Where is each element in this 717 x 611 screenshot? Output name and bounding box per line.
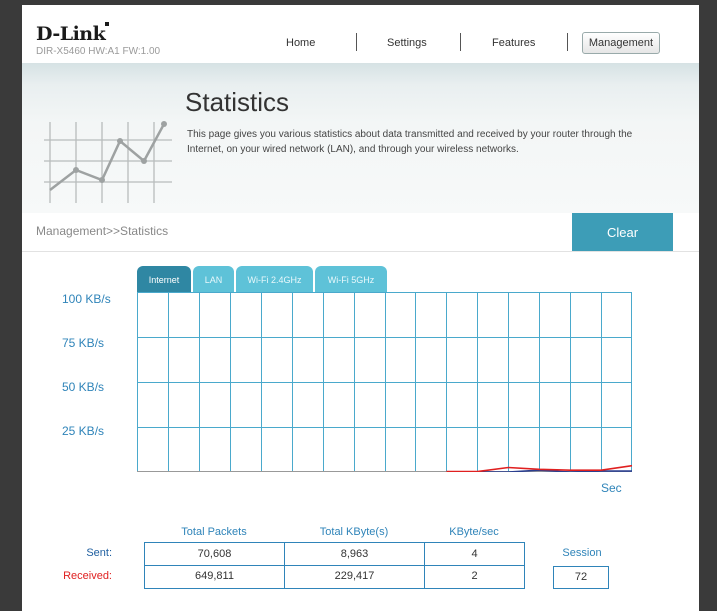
tab-internet[interactable]: Internet	[137, 266, 191, 292]
page-title: Statistics	[185, 87, 290, 117]
clear-button[interactable]: Clear	[572, 213, 673, 251]
y-tick-label: 50 KB/s	[62, 380, 105, 394]
y-tick-label: 100 KB/s	[62, 292, 111, 306]
session-label: Session	[562, 547, 602, 559]
breadcrumb-bar: Management>>Statistics Clear	[22, 213, 699, 252]
nav-divider	[356, 33, 357, 51]
header: D-Link DIR-X5460 HW:A1 FW:1.00 Home Sett…	[22, 5, 699, 63]
tab-wifi-2-4ghz[interactable]: Wi-Fi 2.4GHz	[236, 266, 313, 292]
nav-home[interactable]: Home	[286, 37, 315, 49]
nav-management[interactable]: Management	[582, 32, 660, 54]
column-header: Total KByte(s)	[319, 526, 389, 538]
tab-lan[interactable]: LAN	[193, 266, 234, 292]
column-header: KByte/sec	[449, 526, 499, 538]
tab-wifi-5ghz[interactable]: Wi-Fi 5GHz	[315, 266, 387, 292]
stats-cell: 229,417	[284, 565, 425, 589]
nav-features[interactable]: Features	[492, 37, 535, 49]
y-tick-label: 25 KB/s	[62, 424, 105, 438]
stats-cell: 70,608	[144, 542, 285, 566]
breadcrumb: Management>>Statistics	[36, 224, 169, 238]
page-banner: Statistics This page gives you various s…	[22, 63, 699, 213]
session-value: 72	[553, 566, 609, 589]
nav-settings[interactable]: Settings	[387, 37, 427, 49]
dlink-logo: D-Link	[36, 23, 106, 45]
column-header: Total Packets	[181, 526, 247, 538]
nav-divider	[460, 33, 461, 51]
stats-cell: 8,963	[284, 542, 425, 566]
y-tick-label: 75 KB/s	[62, 336, 105, 350]
stats-cell: 649,811	[144, 565, 285, 589]
statistics-graph-icon	[44, 121, 172, 203]
router-admin-page: D-Link DIR-X5460 HW:A1 FW:1.00 Home Sett…	[22, 5, 699, 611]
logo-dot	[105, 22, 109, 26]
page-description: This page gives you various statistics a…	[187, 129, 633, 155]
x-axis-label: Sec	[601, 481, 622, 495]
nav-divider	[567, 33, 568, 51]
stats-cell: 4	[424, 542, 525, 566]
stats-cell: 2	[424, 565, 525, 589]
traffic-chart	[137, 292, 632, 472]
device-model: DIR-X5460 HW:A1 FW:1.00	[36, 46, 161, 57]
received-label: Received:	[63, 570, 112, 582]
sent-label: Sent:	[86, 547, 112, 559]
